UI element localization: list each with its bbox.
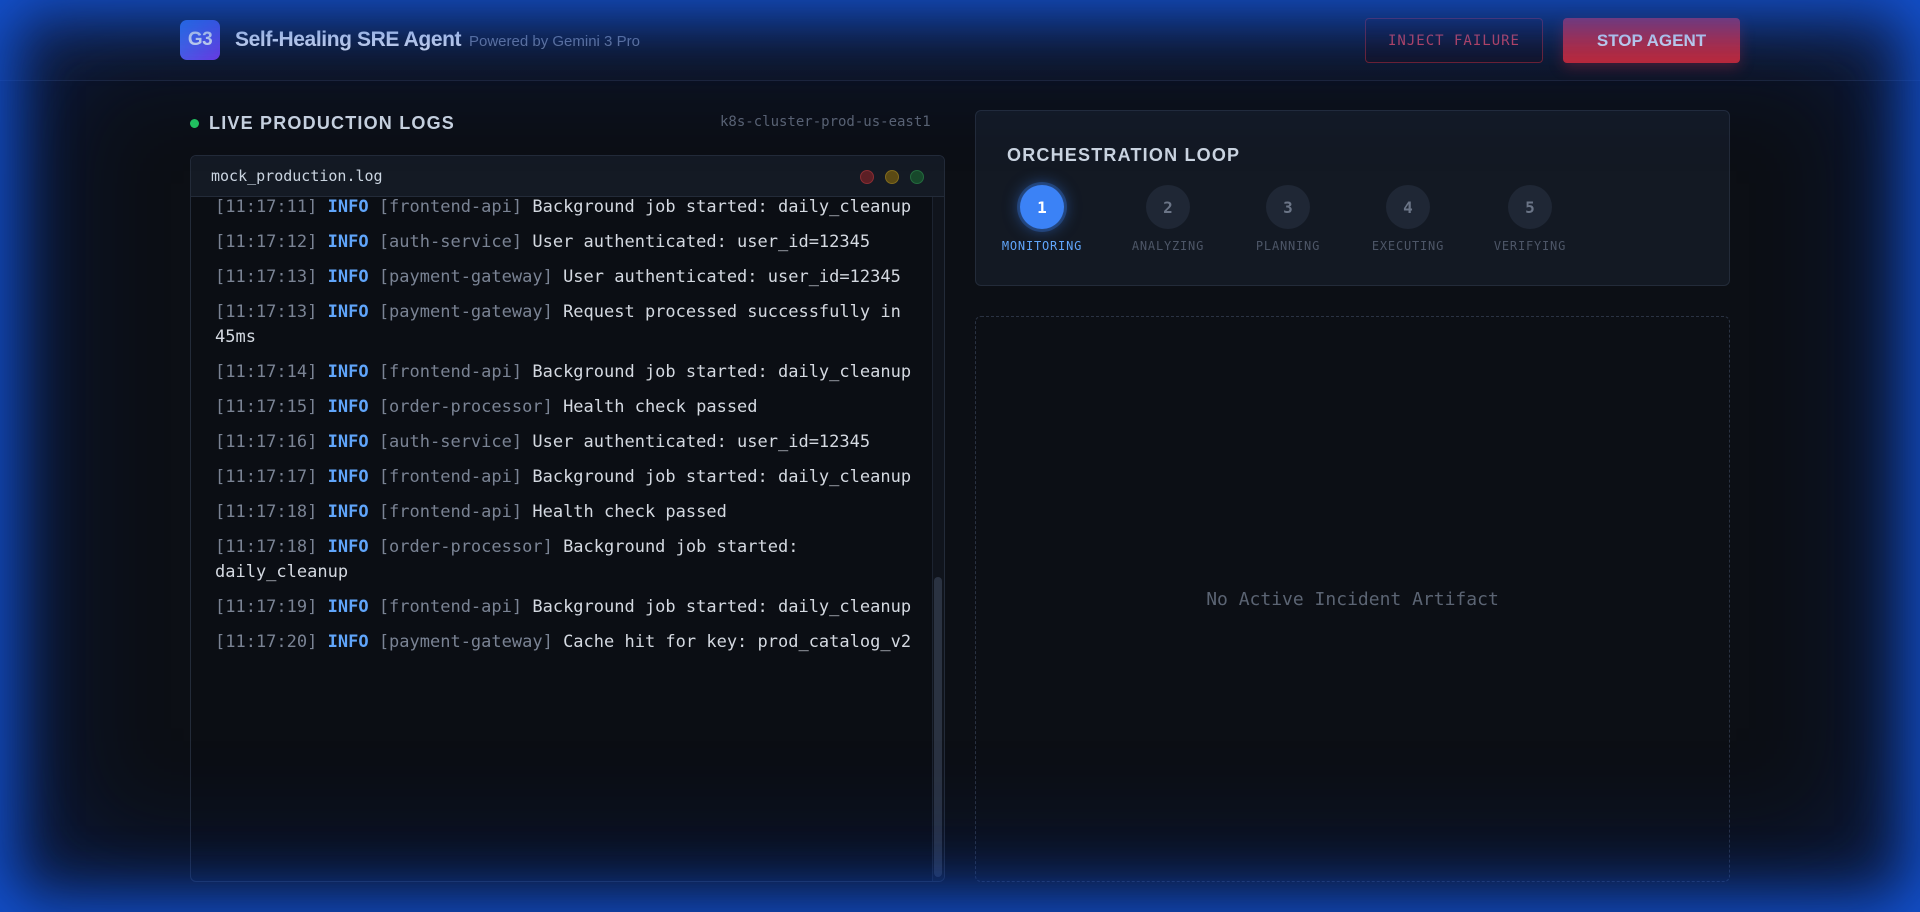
log-message: Cache hit for key: prod_catalog_v2 [563,632,912,652]
step-3-indicator: 3 [1266,185,1310,229]
log-service: [order-processor] [378,397,553,417]
orchestration-title: ORCHESTRATION LOOP [1007,145,1241,165]
log-scrollbar[interactable] [932,197,944,881]
log-entry: [11:17:13] INFO [payment-gateway] Reques… [215,300,915,350]
log-service: [payment-gateway] [378,302,553,322]
step-1-indicator: 1 [1020,185,1064,229]
log-timestamp: [11:17:17] [215,467,318,487]
log-message: Request processed successfully in 45ms [215,302,901,347]
step-5-indicator: 5 [1508,185,1552,229]
step-4-label: EXECUTING [1371,239,1445,253]
log-message: User authenticated: user_id=12345 [532,432,871,452]
log-level: INFO [327,267,369,287]
log-service: [frontend-api] [378,362,523,382]
log-message: User authenticated: user_id=12345 [563,267,901,287]
stop-agent-button[interactable]: STOP AGENT [1563,18,1740,63]
log-entry: [11:17:18] INFO [frontend-api] Health ch… [215,500,915,525]
log-message: Background job started: daily_cleanup [532,597,912,617]
log-timestamp: [11:17:11] [215,197,318,217]
log-message: Health check passed [532,502,727,522]
inject-failure-button[interactable]: INJECT FAILURE [1365,18,1543,63]
log-message: Background job started: daily_cleanup [532,197,912,217]
step-3-label: PLANNING [1255,239,1321,253]
log-entry: [11:17:11] INFO [frontend-api] Backgroun… [215,197,915,220]
app-header: G3 Self-Healing SRE Agent Powered by Gem… [0,0,1920,81]
app-title: Self-Healing SRE Agent [235,28,462,51]
log-timestamp: [11:17:15] [215,397,318,417]
log-list: [11:17:11] INFO [frontend-api] Backgroun… [215,197,915,665]
log-scrollbar-thumb[interactable] [934,577,942,877]
log-timestamp: [11:17:18] [215,537,318,557]
log-body[interactable]: [11:17:11] INFO [frontend-api] Backgroun… [191,197,931,881]
log-level: INFO [327,502,369,522]
log-level: INFO [327,397,369,417]
log-entry: [11:17:13] INFO [payment-gateway] User a… [215,265,915,290]
log-service: [frontend-api] [378,467,523,487]
log-message: Background job started: daily_cleanup [532,467,912,487]
step-5-label: VERIFYING [1493,239,1567,253]
log-entry: [11:17:16] INFO [auth-service] User auth… [215,430,915,455]
logs-panel-title: LIVE PRODUCTION LOGS [209,113,456,133]
log-timestamp: [11:17:12] [215,232,318,252]
log-filename: mock_production.log [211,167,383,185]
step-2-indicator: 2 [1146,185,1190,229]
log-entry: [11:17:18] INFO [order-processor] Backgr… [215,535,915,585]
log-timestamp: [11:17:13] [215,267,318,287]
step-4-indicator: 4 [1386,185,1430,229]
log-window-titlebar: mock_production.log [191,156,944,197]
log-message: User authenticated: user_id=12345 [532,232,871,252]
log-service: [frontend-api] [378,597,523,617]
log-timestamp: [11:17:13] [215,302,318,322]
log-service: [frontend-api] [378,502,523,522]
live-status-dot [190,119,199,128]
app-logo: G3 [180,20,220,60]
step-1-label: MONITORING [1001,239,1083,253]
log-entry: [11:17:17] INFO [frontend-api] Backgroun… [215,465,915,490]
orchestration-card: ORCHESTRATION LOOP 1 MONITORING 2 ANALYZING… [975,110,1730,286]
log-entry: [11:17:19] INFO [frontend-api] Backgroun… [215,595,915,620]
log-entry: [11:17:20] INFO [payment-gateway] Cache … [215,630,915,655]
log-timestamp: [11:17:18] [215,502,318,522]
log-level: INFO [327,467,369,487]
log-window: mock_production.log [11:17:11] INFO [fro… [190,155,945,882]
log-service: [payment-gateway] [378,632,553,652]
log-level: INFO [327,632,369,652]
log-timestamp: [11:17:14] [215,362,318,382]
log-timestamp: [11:17:19] [215,597,318,617]
artifact-empty-text: No Active Incident Artifact [1206,588,1499,610]
app-subtitle: Powered by Gemini 3 Pro [469,33,640,50]
step-2-label: ANALYZING [1131,239,1205,253]
log-service: [frontend-api] [378,197,523,217]
log-entry: [11:17:14] INFO [frontend-api] Backgroun… [215,360,915,385]
incident-artifact-panel: No Active Incident Artifact [975,316,1730,882]
log-level: INFO [327,197,369,217]
log-level: INFO [327,432,369,452]
log-entry: [11:17:12] INFO [auth-service] User auth… [215,230,915,255]
window-minimize-dot [885,170,899,184]
log-level: INFO [327,597,369,617]
log-level: INFO [327,362,369,382]
log-message: Health check passed [563,397,758,417]
log-timestamp: [11:17:20] [215,632,318,652]
log-service: [auth-service] [378,432,523,452]
log-timestamp: [11:17:16] [215,432,318,452]
log-level: INFO [327,537,369,557]
log-entry: [11:17:15] INFO [order-processor] Health… [215,395,915,420]
log-service: [auth-service] [378,232,523,252]
log-level: INFO [327,302,369,322]
log-service: [payment-gateway] [378,267,553,287]
window-close-dot [860,170,874,184]
cluster-name: k8s-cluster-prod-us-east1 [720,114,931,130]
log-message: Background job started: daily_cleanup [532,362,912,382]
log-service: [order-processor] [378,537,553,557]
window-maximize-dot [910,170,924,184]
log-level: INFO [327,232,369,252]
